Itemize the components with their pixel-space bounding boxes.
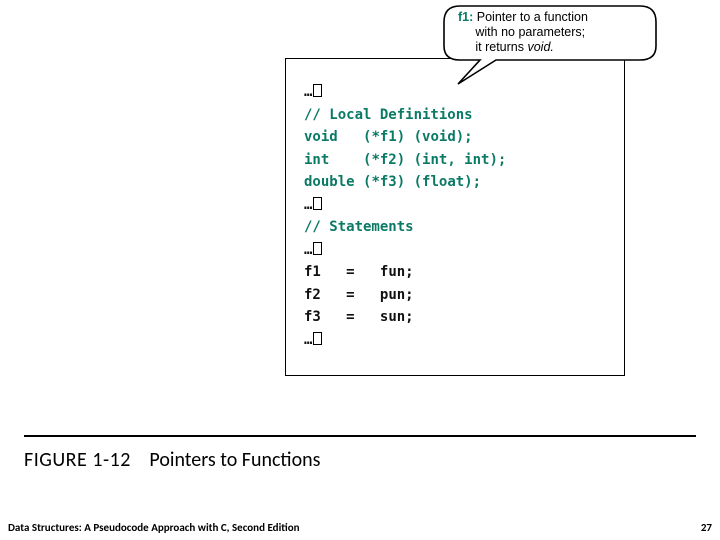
footer-page-number: 27 (701, 521, 712, 534)
callout-line1: Pointer to a function (477, 10, 588, 24)
code-ellipsis-3: … (304, 242, 312, 258)
code-type-void: void (304, 129, 338, 145)
code-eq-2: = (346, 287, 354, 303)
code-comment-defs: // Local Definitions (304, 107, 473, 123)
code-f3-params: (float); (414, 174, 481, 190)
code-eq-3: = (346, 309, 354, 325)
code-type-int: int (304, 152, 329, 168)
code-ellipsis-1: … (304, 84, 312, 100)
code-assign3-rhs: sun; (380, 309, 414, 325)
code-type-double: double (304, 174, 355, 190)
code-comment-stmts: // Statements (304, 219, 414, 235)
code-f3-name: (*f3) (363, 174, 405, 190)
code-f1-name: (*f1) (363, 129, 405, 145)
callout-line2: with no parameters; (475, 25, 585, 39)
code-f2-params: (int, int); (414, 152, 507, 168)
code-f2-name: (*f2) (363, 152, 405, 168)
callout-bubble: f1: Pointer to a function with no parame… (440, 2, 660, 66)
callout-text: f1: Pointer to a function with no parame… (458, 10, 648, 55)
code-f1-params: (void); (414, 129, 473, 145)
callout-f1-label: f1: (458, 10, 473, 24)
placeholder-icon (313, 242, 322, 255)
figure-divider (24, 435, 696, 437)
code-assign1-rhs: fun; (380, 264, 414, 280)
code-eq-1: = (346, 264, 354, 280)
code-ellipsis-2: … (304, 197, 312, 213)
code-assign2-lhs: f2 (304, 287, 321, 303)
placeholder-icon (313, 197, 322, 210)
placeholder-icon (313, 332, 322, 345)
figure-caption: FIGURE 1-12 Pointers to Functions (24, 448, 320, 472)
figure-title: Pointers to Functions (149, 448, 320, 472)
figure-number: FIGURE 1-12 (24, 448, 131, 472)
code-box: … // Local Definitions void (*f1) (void)… (285, 58, 625, 376)
footer-book-title: Data Structures: A Pseudocode Approach w… (8, 521, 300, 534)
code-listing: … // Local Definitions void (*f1) (void)… (304, 81, 606, 351)
code-ellipsis-4: … (304, 332, 312, 348)
placeholder-icon (313, 84, 322, 97)
code-assign1-lhs: f1 (304, 264, 321, 280)
callout-line3: it returns (475, 40, 527, 54)
callout-void: void. (527, 40, 553, 54)
code-assign2-rhs: pun; (380, 287, 414, 303)
code-assign3-lhs: f3 (304, 309, 321, 325)
